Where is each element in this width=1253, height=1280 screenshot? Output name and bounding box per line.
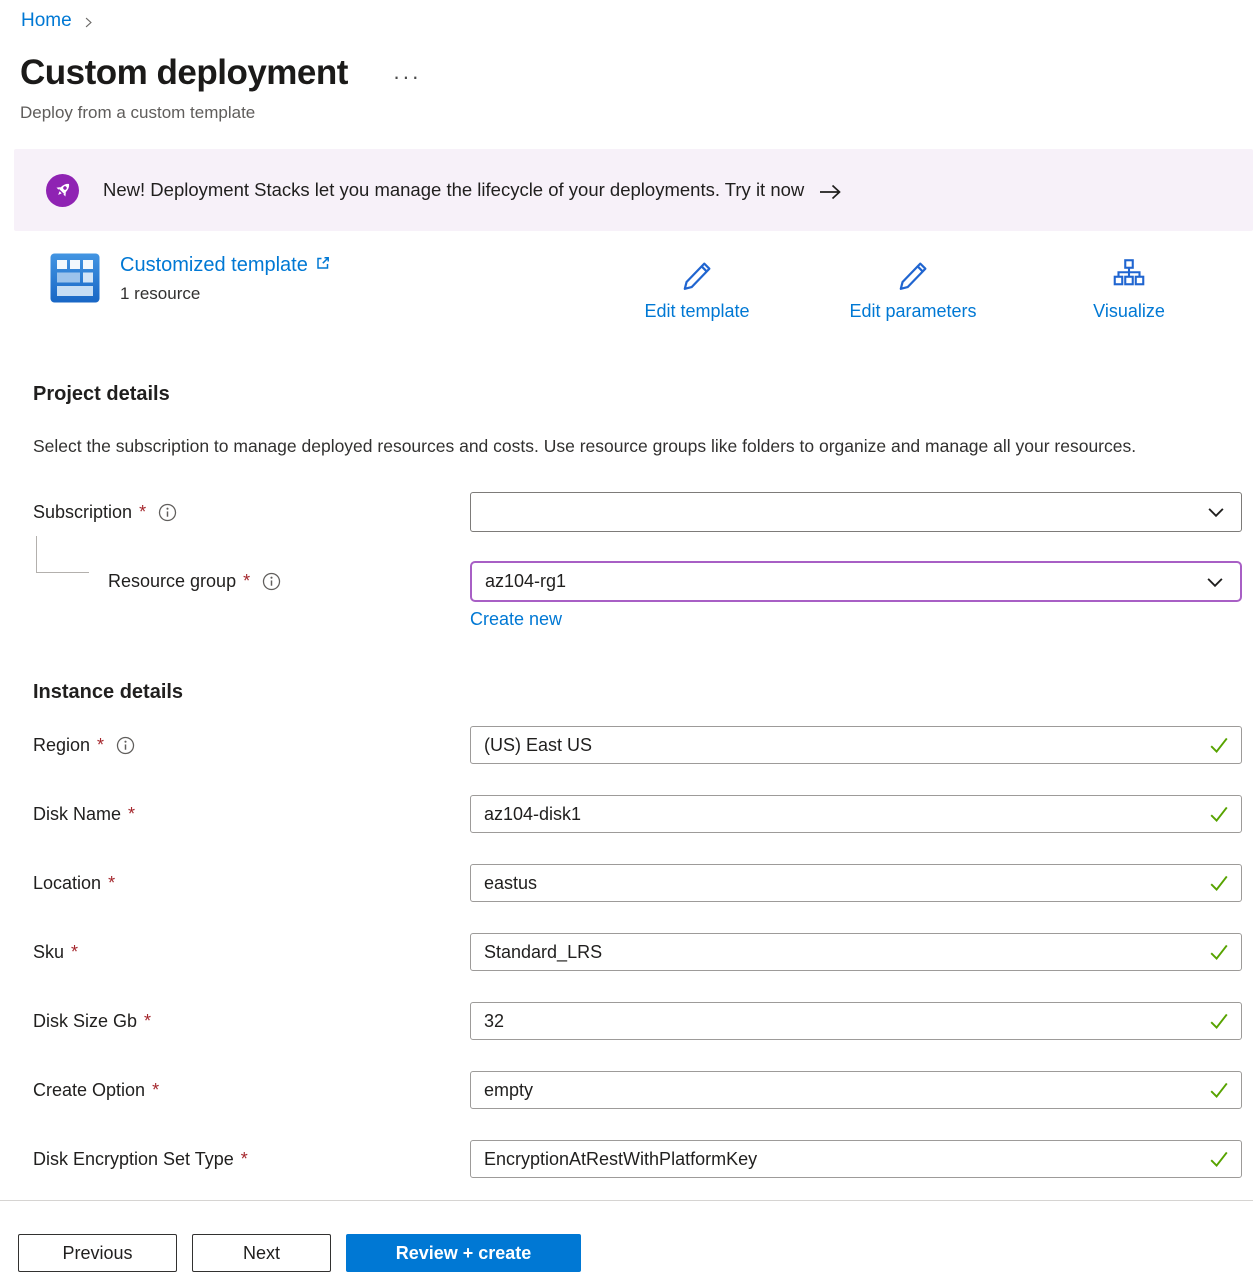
disk-name-row: Disk Name *	[0, 795, 1253, 833]
custom-deployment-page: Home Custom deployment ··· Deploy from a…	[0, 0, 1253, 1280]
breadcrumb-home-link[interactable]: Home	[21, 10, 72, 32]
disk-size-row: Disk Size Gb *	[0, 1002, 1253, 1040]
edit-template-button[interactable]: Edit template	[627, 255, 767, 322]
valid-check-icon	[1207, 733, 1231, 757]
disk-name-input[interactable]	[470, 795, 1242, 833]
instance-details-form: Region * Disk Name *	[0, 726, 1253, 1178]
valid-check-icon	[1207, 940, 1231, 964]
template-meta: Customized template 1 resource	[120, 253, 331, 304]
required-asterisk: *	[71, 942, 78, 963]
location-label: Location	[33, 873, 101, 894]
instance-details-heading: Instance details	[33, 680, 1253, 704]
project-details-description: Select the subscription to manage deploy…	[33, 431, 1193, 462]
info-icon[interactable]	[158, 503, 177, 522]
parent-child-connector	[36, 536, 89, 573]
template-summary: Customized template 1 resource	[50, 253, 331, 304]
template-link-label: Customized template	[120, 253, 308, 277]
required-asterisk: *	[241, 1149, 248, 1170]
location-row: Location *	[0, 864, 1253, 902]
create-option-input[interactable]	[470, 1071, 1242, 1109]
disk-size-input[interactable]	[470, 1002, 1242, 1040]
disk-encryption-set-type-row: Disk Encryption Set Type *	[0, 1140, 1253, 1178]
required-asterisk: *	[108, 873, 115, 894]
visualize-button[interactable]: Visualize	[1069, 255, 1189, 322]
pencil-icon	[678, 255, 716, 297]
disk-size-label: Disk Size Gb	[33, 1011, 137, 1032]
disk-encryption-set-type-input[interactable]	[470, 1140, 1242, 1178]
breadcrumb: Home	[0, 0, 1253, 32]
edit-parameters-button[interactable]: Edit parameters	[833, 255, 993, 322]
resource-group-control: az104-rg1	[470, 561, 1242, 602]
rocket-icon	[46, 174, 79, 207]
create-option-row: Create Option *	[0, 1071, 1253, 1109]
review-create-button[interactable]: Review + create	[346, 1234, 581, 1272]
required-asterisk: *	[144, 1011, 151, 1032]
disk-name-label: Disk Name	[33, 804, 121, 825]
required-asterisk: *	[152, 1080, 159, 1101]
create-option-label: Create Option	[33, 1080, 145, 1101]
chevron-down-icon	[1205, 572, 1225, 592]
location-input[interactable]	[470, 864, 1242, 902]
sku-input[interactable]	[470, 933, 1242, 971]
external-link-icon	[315, 253, 331, 277]
valid-check-icon	[1207, 1147, 1231, 1171]
required-asterisk: *	[128, 804, 135, 825]
visualize-label: Visualize	[1093, 301, 1165, 322]
next-button[interactable]: Next	[192, 1234, 331, 1272]
chevron-down-icon	[1206, 502, 1226, 522]
previous-button[interactable]: Previous	[18, 1234, 177, 1272]
valid-check-icon	[1207, 1078, 1231, 1102]
sku-label: Sku	[33, 942, 64, 963]
region-row: Region *	[0, 726, 1253, 764]
subscription-control	[470, 492, 1242, 532]
sku-row: Sku *	[0, 933, 1253, 971]
resource-group-dropdown[interactable]: az104-rg1	[470, 561, 1242, 602]
info-icon[interactable]	[262, 572, 281, 591]
chevron-right-icon	[82, 16, 95, 29]
subscription-label: Subscription	[33, 502, 132, 523]
resource-group-row: Resource group * az104-rg1	[0, 561, 1253, 602]
subscription-dropdown[interactable]	[470, 492, 1242, 532]
disk-encryption-set-type-label: Disk Encryption Set Type	[33, 1149, 234, 1170]
footer-buttons: Previous Next Review + create	[0, 1201, 1253, 1272]
page-header: Custom deployment ···	[20, 50, 1253, 96]
valid-check-icon	[1207, 1009, 1231, 1033]
resource-group-label: Resource group	[108, 571, 236, 592]
project-details-form: Subscription *	[0, 492, 1253, 630]
info-icon[interactable]	[116, 736, 135, 755]
create-new-row: Create new	[0, 609, 1253, 630]
page-title: Custom deployment	[20, 50, 348, 96]
template-icon	[50, 253, 100, 303]
template-summary-row: Customized template 1 resource	[0, 253, 1253, 325]
subscription-label-group: Subscription *	[33, 502, 470, 523]
valid-check-icon	[1207, 871, 1231, 895]
more-menu-button[interactable]: ···	[393, 64, 421, 90]
arrow-right-icon	[818, 183, 842, 201]
region-label: Region	[33, 735, 90, 756]
required-asterisk: *	[97, 735, 104, 756]
deployment-stacks-banner[interactable]: New! Deployment Stacks let you manage th…	[14, 149, 1253, 231]
subscription-row: Subscription *	[0, 492, 1253, 532]
required-asterisk: *	[139, 502, 146, 523]
valid-check-icon	[1207, 802, 1231, 826]
customized-template-link[interactable]: Customized template	[120, 253, 331, 277]
edit-parameters-label: Edit parameters	[849, 301, 976, 322]
resource-group-label-group: Resource group *	[33, 571, 470, 592]
pencil-icon	[894, 255, 932, 297]
banner-message: New! Deployment Stacks let you manage th…	[103, 179, 804, 201]
project-details-heading: Project details	[33, 382, 1253, 406]
hierarchy-icon	[1111, 255, 1147, 297]
region-input[interactable]	[470, 726, 1242, 764]
create-new-link[interactable]: Create new	[470, 609, 562, 629]
resource-count: 1 resource	[120, 284, 331, 304]
wizard-footer: Previous Next Review + create	[0, 1200, 1253, 1280]
page-subtitle: Deploy from a custom template	[20, 102, 1253, 124]
resource-group-value: az104-rg1	[485, 571, 566, 592]
required-asterisk: *	[243, 571, 250, 592]
edit-template-label: Edit template	[644, 301, 749, 322]
